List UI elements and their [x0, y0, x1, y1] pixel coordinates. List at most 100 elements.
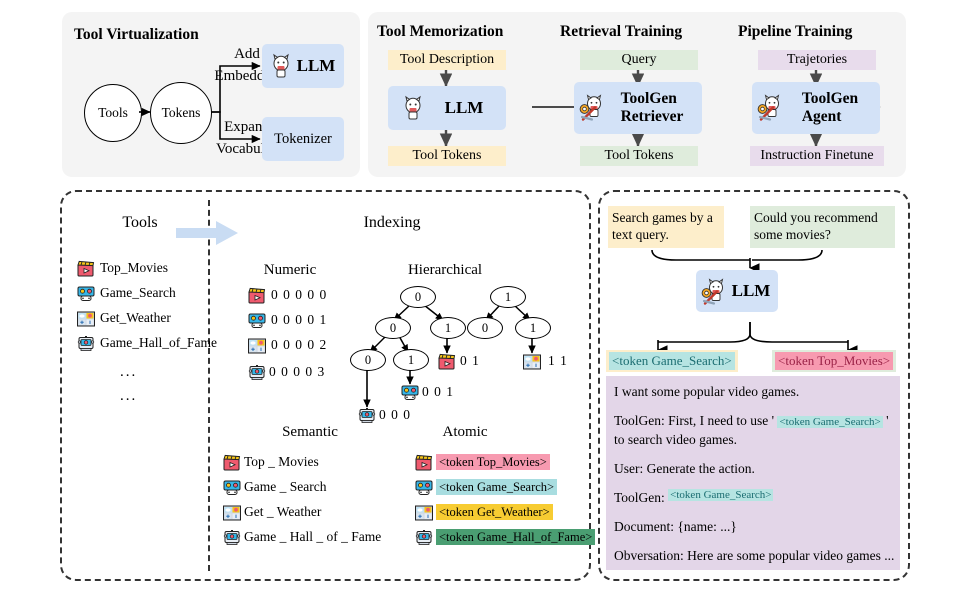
- llama-tools-icon: [579, 94, 602, 121]
- tree-node-l1-1: 1: [430, 317, 466, 339]
- arcade-machine-icon: [77, 336, 95, 351]
- video-game-icon: [415, 480, 433, 495]
- indexing-panel: Tools Indexing Top_Movies Game_Search Ge…: [60, 190, 596, 581]
- llama-tools-icon: [701, 278, 724, 305]
- stage2-model-box: ToolGen Retriever: [574, 82, 702, 134]
- transcript-line: User: Generate the action.: [614, 461, 755, 477]
- list-item: Game _ Hall _ of _ Fame: [222, 529, 381, 545]
- virtualization-llm-box: LLM: [262, 44, 344, 88]
- stage3-input-box: Trajetories: [758, 50, 876, 70]
- tree-node-l1-2: 0: [467, 317, 503, 339]
- stage2-input-box: Query: [580, 50, 698, 70]
- tree-leaf-game-search: 0 0 1: [400, 384, 454, 400]
- tool-name: Top_Movies: [100, 260, 169, 275]
- transcript-text: ': [882, 413, 889, 428]
- weather-widget-icon: [523, 354, 541, 370]
- stage1-model-box: LLM: [388, 86, 506, 130]
- atomic-heading: Atomic: [442, 424, 488, 440]
- stage3-input-label: Trajetories: [786, 52, 848, 67]
- semantic-text: Top _ Movies: [244, 454, 319, 469]
- transcript-text: Obversation: Here are some popular video…: [614, 548, 895, 563]
- atomic-token: <token Game_Hall_of_Fame>: [436, 529, 596, 545]
- list-item: <token Game_Search>: [414, 479, 558, 495]
- transcript-text: Document: {name: ...}: [614, 519, 737, 534]
- tree-node-label: 1: [407, 352, 415, 367]
- tree-node-label: 0: [414, 289, 422, 304]
- output-token-game-search: <token Game_Search>: [609, 352, 735, 370]
- hierarchical-heading: Hierarchical: [407, 262, 483, 278]
- list-item: Game _ Search: [222, 479, 326, 495]
- list-item: Get _ Weather: [222, 504, 322, 521]
- video-game-icon: [77, 286, 95, 301]
- tree-leaf-code: 0 0 0: [379, 407, 411, 422]
- numeric-heading: Numeric: [263, 262, 317, 278]
- inline-token-game-search: <token Game_Search>: [777, 416, 883, 428]
- arcade-machine-icon: [358, 408, 376, 423]
- tree-node-label: 1: [529, 320, 537, 335]
- transcript-text: to search video games.: [614, 432, 737, 447]
- stage2-model-label-line1: ToolGen: [620, 90, 677, 108]
- weather-widget-icon: [77, 311, 95, 327]
- atomic-token: <token Get_Weather>: [436, 504, 553, 520]
- transcript-line: ToolGen: First, I need to use ' <token G…: [614, 413, 889, 429]
- stage1-input-label: Tool Description: [399, 52, 495, 67]
- tree-node-label: 0: [481, 320, 489, 335]
- numeric-code: 0 0 0 0 1: [271, 312, 328, 327]
- output-token-top-movies: <token Top_Movies>: [775, 352, 894, 370]
- tree-leaf-code: 0 1: [460, 353, 480, 368]
- transcript-text: ToolGen: First, I need to use ': [614, 413, 778, 428]
- arcade-machine-icon: [248, 365, 266, 380]
- node-tools-label: Tools: [98, 105, 128, 120]
- tree-node-root-0: 0: [400, 286, 436, 308]
- transcript-line: Obversation: Here are some popular video…: [614, 548, 894, 564]
- list-item: 0 0 0 0 3: [247, 364, 325, 380]
- list-item: 0 0 0 0 0: [247, 287, 328, 304]
- llama-tools-icon: [757, 94, 780, 121]
- tool-name: Get_Weather: [100, 310, 171, 325]
- tools-indexing-divider: [208, 200, 210, 571]
- tool-virtualization-panel: Tool Virtualization Tools Tokens Add Emb…: [62, 12, 360, 177]
- inference-llm-box: LLM: [696, 270, 778, 312]
- video-game-icon: [248, 313, 266, 328]
- semantic-text: Game _ Search: [244, 479, 327, 494]
- tree-node-l2-0: 0: [350, 349, 386, 371]
- query-text-1: Search games by a text query.: [612, 210, 713, 242]
- list-item: Top _ Movies: [222, 454, 319, 471]
- list-item: Top_Movies: [76, 260, 169, 277]
- tools-ellipsis-1: ...: [120, 364, 138, 380]
- stage2-model-label-line2: Retriever: [620, 108, 684, 125]
- tree-node-l1-0: 0: [375, 317, 411, 339]
- tool-name: Game_Search: [100, 285, 176, 300]
- clapperboard-icon: [223, 454, 241, 471]
- list-item: <token Get_Weather>: [414, 504, 553, 521]
- clapperboard-icon: [77, 260, 95, 277]
- list-item: <token Top_Movies>: [414, 454, 550, 471]
- tree-leaf-game-hall-of-fame: 0 0 0: [357, 407, 411, 423]
- clapperboard-icon: [248, 287, 266, 304]
- stage3-model-label-line2: Agent: [801, 108, 842, 125]
- tree-node-root-1: 1: [490, 286, 526, 308]
- node-tokens-label: Tokens: [161, 105, 201, 120]
- output-token-top-movies-wrap: <token Top_Movies>: [772, 350, 897, 372]
- virtualization-tokenizer-label: Tokenizer: [274, 130, 332, 147]
- hierarchical-tree-edges: [363, 304, 536, 408]
- semantic-heading: Semantic: [282, 424, 338, 440]
- numeric-code: 0 0 0 0 2: [271, 337, 328, 352]
- semantic-text: Game _ Hall _ of _ Fame: [244, 529, 382, 544]
- training-pipeline-panel: Tool Memorization Tool Description LLM T…: [368, 12, 906, 177]
- tool-virtualization-title: Tool Virtualization: [74, 26, 199, 43]
- stage-title-tool-memorization: Tool Memorization: [377, 23, 504, 40]
- tool-name: Game_Hall_of_Fame: [100, 335, 217, 350]
- semantic-text: Get _ Weather: [244, 504, 322, 519]
- stage2-output-box: Tool Tokens: [580, 146, 698, 166]
- tools-ellipsis-2: ...: [120, 388, 138, 404]
- node-tokens: Tokens: [150, 82, 212, 144]
- block-arrow-right-icon: [176, 221, 238, 245]
- tree-leaf-get-weather: 1 1: [522, 353, 568, 370]
- video-game-icon: [401, 385, 419, 400]
- virtualization-tokenizer-box: Tokenizer: [262, 117, 344, 161]
- node-tools: Tools: [84, 84, 142, 142]
- tools-heading: Tools: [122, 214, 158, 231]
- transcript-line: Document: {name: ...}: [614, 519, 737, 535]
- numeric-code: 0 0 0 0 0: [271, 287, 328, 302]
